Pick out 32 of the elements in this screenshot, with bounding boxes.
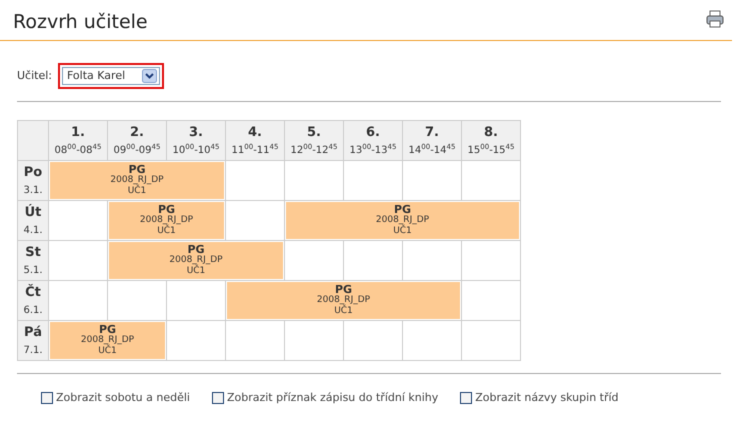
option-checkbox[interactable]: Zobrazit názvy skupin tříd [460, 390, 619, 406]
period-header: 6. 13$^{00}$-13$^{45}$ [344, 120, 402, 160]
day-header: Út 4.1. [18, 200, 48, 240]
day-header: Pá 7.1. [18, 320, 48, 360]
period-header: 2. 09$^{00}$-09$^{45}$ [108, 120, 166, 160]
period-header: 3. 10$^{00}$-10$^{45}$ [166, 120, 226, 160]
period-header: 8. 15$^{00}$-15$^{45}$ [462, 120, 520, 160]
teacher-select[interactable]: Folta Karel [58, 63, 164, 89]
period-header: 1. 08$^{00}$-08$^{45}$ [48, 120, 108, 160]
option-checkbox[interactable]: Zobrazit příznak zápisu do třídní knihy [212, 390, 438, 406]
lesson-block: PG 2008_RJ_DP UČ1 [286, 202, 519, 239]
print-icon[interactable] [706, 10, 724, 28]
period-header: 7. 14$^{00}$-14$^{45}$ [402, 120, 462, 160]
lesson-block: PG 2008_RJ_DP UČ1 [109, 242, 283, 279]
empty-cell [284, 160, 344, 200]
day-header: Čt 6.1. [18, 280, 48, 320]
empty-cell [402, 160, 462, 200]
day-header: St 5.1. [18, 240, 48, 280]
lesson-block: PG 2008_RJ_DP UČ1 [50, 322, 165, 359]
day-header: Po 3.1. [18, 160, 48, 200]
lesson-block: PG 2008_RJ_DP UČ1 [227, 282, 460, 319]
corner-cell [18, 120, 48, 160]
teacher-label: Učitel: [17, 68, 52, 84]
lesson-block: PG 2008_RJ_DP UČ1 [109, 202, 224, 239]
empty-cell [462, 320, 520, 360]
period-header: 5. 12$^{00}$-12$^{45}$ [284, 120, 344, 160]
lesson-block: PG 2008_RJ_DP UČ1 [50, 162, 224, 199]
page-title: Rozvrh učitele [13, 10, 148, 34]
option-checkbox[interactable]: Zobrazit sobotu a neděli [41, 390, 190, 406]
empty-cell [344, 160, 402, 200]
caret-icon [142, 69, 157, 83]
period-header: 4. 11$^{00}$-11$^{45}$ [226, 120, 284, 160]
